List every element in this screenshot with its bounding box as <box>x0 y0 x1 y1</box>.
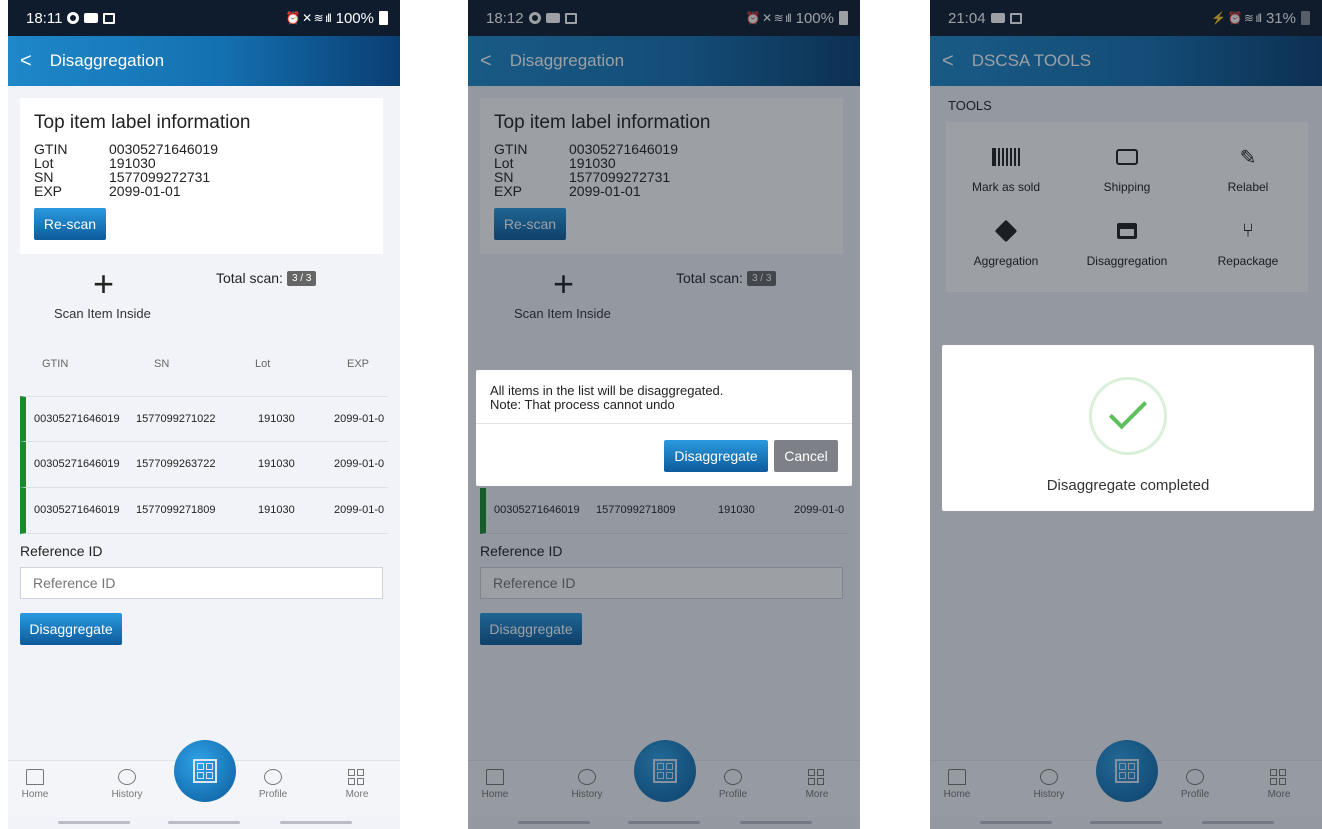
dialog-line-1: All items in the list will be disaggrega… <box>490 383 724 398</box>
plus-icon[interactable]: + <box>93 266 114 302</box>
status-bar: 18:11 ⏰ ✕ ≋ ıll 100% <box>8 0 400 36</box>
sn-label: SN <box>34 169 54 185</box>
gesture-bar <box>168 821 240 824</box>
row-exp: 2099-01-0 <box>334 458 385 470</box>
qr-code-icon <box>193 759 217 783</box>
nav-history[interactable]: History <box>102 769 152 800</box>
nav-history-label: History <box>111 789 143 800</box>
exp-value: 2099-01-01 <box>109 183 181 199</box>
app-bar: < Disaggregation <box>8 36 400 86</box>
row-sn: 1577099271809 <box>136 504 216 516</box>
gtin-value: 00305271646019 <box>109 141 219 157</box>
row-exp: 2099-01-0 <box>334 413 385 425</box>
nav-more[interactable]: More <box>332 769 382 800</box>
exp-label: EXP <box>34 183 63 199</box>
profile-icon <box>264 769 282 785</box>
total-scan-badge: 3 / 3 <box>286 270 317 286</box>
rescan-button[interactable]: Re-scan <box>34 208 106 240</box>
nav-more-label: More <box>345 789 369 800</box>
column-header-exp: EXP <box>347 358 370 370</box>
signal-icon: ⏰ ✕ ≋ ıll <box>285 11 332 25</box>
notification-icon <box>67 12 80 24</box>
gesture-bar <box>58 821 130 824</box>
gesture-bar <box>280 821 352 824</box>
success-message: Disaggregate completed <box>1046 477 1210 494</box>
screen-dscsa-tools: 21:04 ⚡ ⏰ ≋ ıll 31% < DSCSA TOOLS TOOLS … <box>930 0 1322 829</box>
gtin-label: GTIN <box>34 141 68 157</box>
row-sn: 1577099263722 <box>136 458 216 470</box>
nav-profile-label: Profile <box>258 789 288 800</box>
dialog-line-2: Note: That process cannot undo <box>490 397 675 412</box>
lot-label: Lot <box>34 155 54 171</box>
reference-id-input[interactable] <box>20 567 383 599</box>
top-item-title: Top item label information <box>34 112 251 133</box>
top-item-card: Top item label information GTIN 003052716… <box>20 98 383 254</box>
confirm-dialog: All items in the list will be disaggrega… <box>476 370 852 486</box>
nav-home-label: Home <box>21 789 49 800</box>
battery-icon <box>379 11 388 25</box>
row-lot: 191030 <box>258 413 295 425</box>
status-time: 18:11 <box>26 9 63 27</box>
reference-id-label: Reference ID <box>20 543 103 559</box>
history-icon <box>118 769 136 785</box>
row-gtin: 00305271646019 <box>34 458 120 470</box>
total-scan-label: Total scan: <box>216 270 283 286</box>
table-row[interactable]: 00305271646019 1577099271809 191030 2099… <box>20 488 388 534</box>
back-icon[interactable]: < <box>20 50 32 73</box>
nav-home[interactable]: Home <box>10 769 60 800</box>
sn-value: 1577099272731 <box>109 169 211 185</box>
battery-percent: 100% <box>335 9 374 27</box>
screen-disaggregation: 18:11 ⏰ ✕ ≋ ıll 100% < Disaggregation To… <box>8 0 400 829</box>
screen-disaggregation-confirm: 18:12 ⏰ ✕ ≋ ıll 100% < Disaggregation To… <box>468 0 860 829</box>
success-dialog: Disaggregate completed <box>942 345 1314 511</box>
row-exp: 2099-01-0 <box>334 504 385 516</box>
grid-icon <box>348 769 366 785</box>
column-header-sn: SN <box>154 358 170 370</box>
row-gtin: 00305271646019 <box>34 504 120 516</box>
column-header-gtin: GTIN <box>42 358 69 370</box>
lot-value: 191030 <box>109 155 156 171</box>
table-row[interactable]: 00305271646019 1577099271022 191030 2099… <box>20 396 388 442</box>
column-header-lot: Lot <box>255 358 271 370</box>
scan-item-area[interactable]: + Scan Item Inside Total scan: 3 / 3 <box>8 262 400 332</box>
row-lot: 191030 <box>258 504 295 516</box>
disaggregate-button[interactable]: Disaggregate <box>20 613 122 645</box>
image-icon <box>103 12 116 24</box>
scan-fab-button[interactable] <box>174 740 236 802</box>
dialog-message: All items in the list will be disaggrega… <box>476 370 852 424</box>
page-title: Disaggregation <box>49 51 165 70</box>
row-lot: 191030 <box>258 458 295 470</box>
table-header: GTIN SN Lot EXP <box>8 358 400 378</box>
dialog-disaggregate-button[interactable]: Disaggregate <box>664 440 768 472</box>
success-check-icon <box>1089 377 1167 455</box>
home-icon <box>26 769 44 785</box>
video-icon <box>84 13 99 23</box>
total-scan: Total scan: 3 / 3 <box>216 270 317 286</box>
table-row[interactable]: 00305271646019 1577099263722 191030 2099… <box>20 442 388 488</box>
scan-item-label: Scan Item Inside <box>54 306 151 321</box>
nav-profile[interactable]: Profile <box>248 769 298 800</box>
row-gtin: 00305271646019 <box>34 413 120 425</box>
row-sn: 1577099271022 <box>136 413 216 425</box>
dialog-cancel-button[interactable]: Cancel <box>774 440 838 472</box>
